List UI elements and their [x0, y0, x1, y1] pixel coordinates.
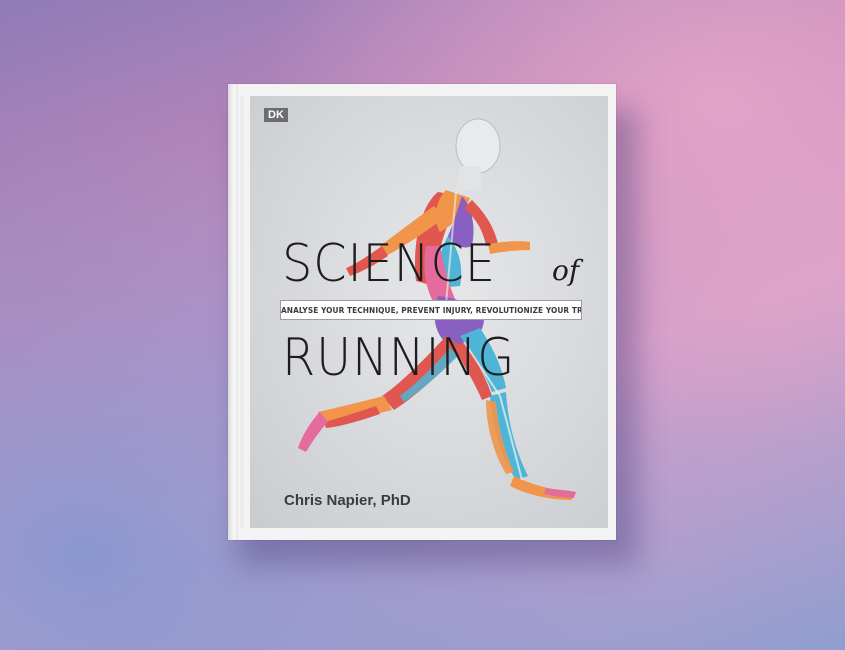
book-tagline: ANALYSE YOUR TECHNIQUE, PREVENT INJURY, … [280, 300, 582, 320]
book-cover: DK SCIENCE of ANALYSE YOUR TECHNIQUE, PR… [250, 96, 608, 528]
runner-rear-foot [298, 412, 328, 452]
book-title-running: RUNNING [282, 328, 516, 388]
book: DK SCIENCE of ANALYSE YOUR TECHNIQUE, PR… [228, 84, 616, 540]
book-author: Chris Napier, PhD [284, 492, 411, 509]
book-page-edge [240, 96, 244, 528]
book-title-of: of [552, 254, 580, 287]
book-title-science: SCIENCE [282, 234, 496, 294]
book-spine-edge [228, 84, 238, 540]
runner-head [455, 118, 501, 174]
runner-neck [456, 166, 482, 192]
